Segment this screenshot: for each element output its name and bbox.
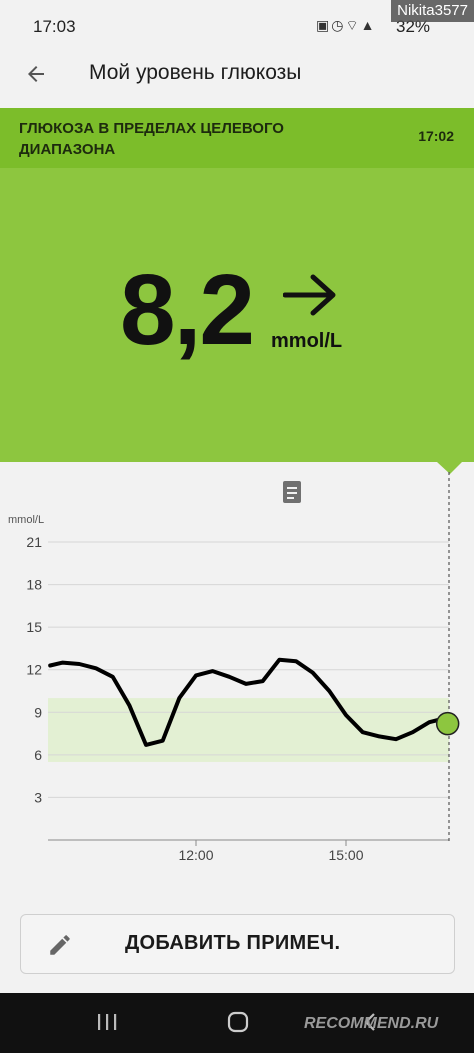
page-title: Мой уровень глюкозы (89, 61, 302, 84)
y-axis-unit: mmol/L (8, 514, 44, 526)
watermark-username: Nikita3577 (391, 0, 474, 22)
range-status-text: ГЛЮКОЗА В ПРЕДЕЛАХ ЦЕЛЕВОГО ДИАПАЗОНА (19, 120, 284, 158)
x-tick-label: 12:00 (178, 847, 213, 863)
x-tick-label: 15:00 (328, 847, 363, 863)
add-note-button[interactable]: ДОБАВИТЬ ПРИМЕЧ. (20, 914, 455, 974)
watermark-site: RECOMMEND.RU (304, 1015, 439, 1032)
chart-svg: mmol/L 21 18 15 12 9 6 3 12:00 15:00 (8, 462, 462, 863)
range-status-banner: ГЛЮКОЗА В ПРЕДЕЛАХ ЦЕЛЕВОГО ДИАПАЗОНА 17… (0, 108, 474, 168)
pencil-icon (50, 935, 70, 955)
y-tick-label: 3 (34, 789, 42, 805)
alarm-icon: ◷ (331, 17, 346, 33)
status-icons: ▣◷⌔▲ (316, 17, 376, 35)
y-tick-label: 15 (26, 619, 42, 635)
current-reading-point[interactable] (435, 711, 460, 736)
glucose-value: 8,2 (120, 254, 255, 366)
signal-icon: ▲ (360, 17, 377, 33)
y-tick-label: 21 (26, 534, 42, 550)
home-icon[interactable] (227, 1011, 249, 1033)
recent-apps-icon[interactable] (96, 1011, 118, 1033)
back-arrow-icon (28, 66, 44, 82)
add-note-label: ДОБАВИТЬ ПРИМЕЧ. (125, 932, 341, 954)
wifi-icon: ⌔ (345, 17, 361, 33)
y-tick-label: 6 (34, 747, 42, 763)
y-tick-label: 9 (34, 704, 42, 720)
trend-arrow-right-icon (283, 274, 336, 316)
notification-icon: ▣ (316, 17, 332, 33)
current-reading-panel: 8,2 mmol/L (0, 168, 474, 462)
y-tick-label: 12 (26, 662, 42, 678)
target-range-band (48, 698, 449, 762)
system-nav-bar: RECOMMEND.RU (0, 993, 474, 1053)
note-document-icon[interactable] (283, 481, 301, 503)
glucose-unit: mmol/L (271, 330, 343, 352)
glucose-chart[interactable]: mmol/L 21 18 15 12 9 6 3 12:00 15:00 (0, 462, 474, 902)
app-header: Мой уровень глюкозы (0, 40, 474, 108)
status-bar: 17:03 ▣◷⌔▲ 32% Nikita3577 (0, 0, 474, 40)
reading-time: 17:02 (418, 128, 454, 144)
back-button[interactable] (20, 58, 52, 90)
y-tick-label: 18 (26, 577, 42, 593)
status-time: 17:03 (33, 17, 76, 36)
